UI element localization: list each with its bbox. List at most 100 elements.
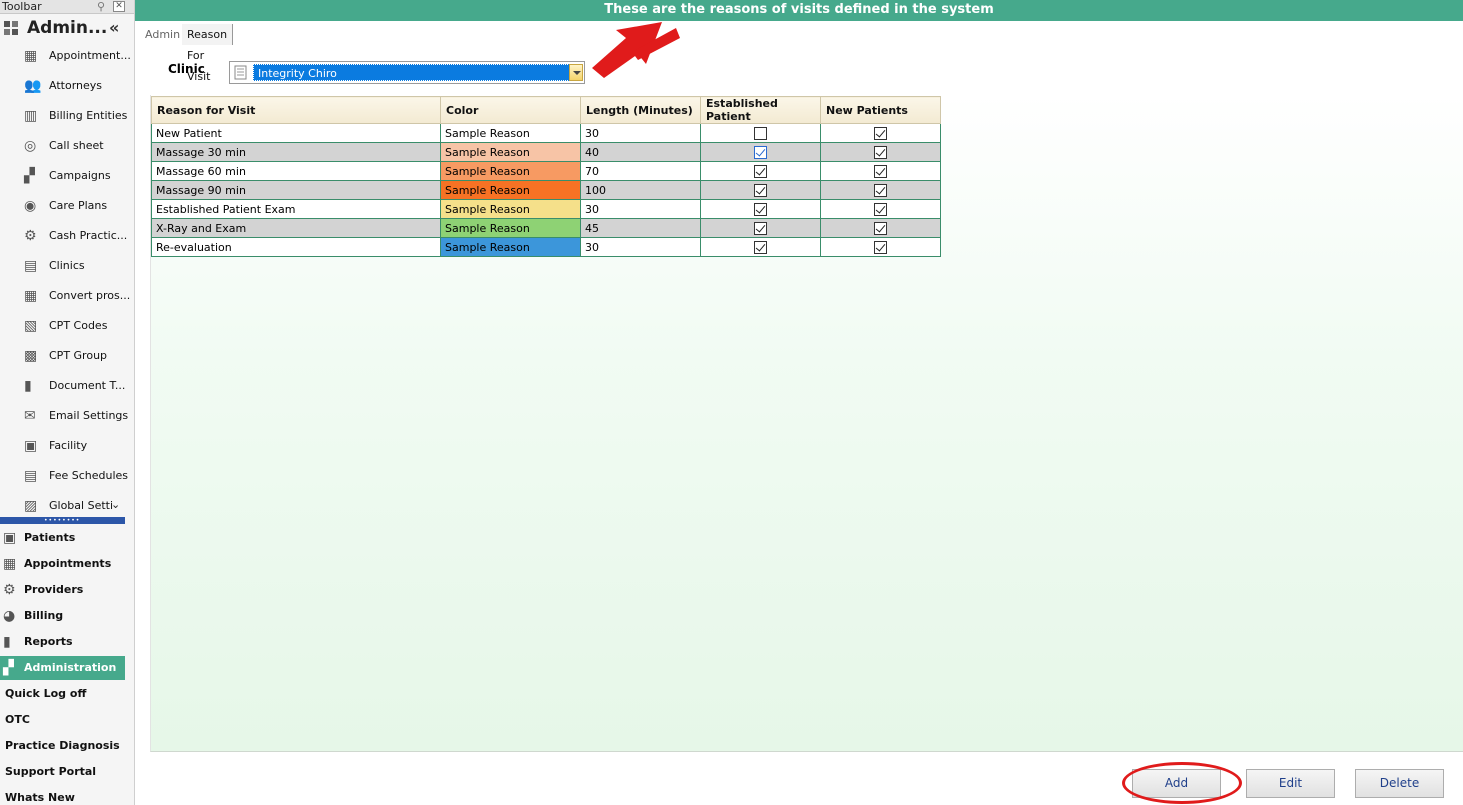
new-patients-checkbox[interactable] [874,202,887,216]
established-patient-checkbox[interactable] [754,183,767,197]
sidebar-item[interactable]: ✉ Email Settings [0,401,134,431]
sidebar-item[interactable]: ▩ CPT Group [0,341,134,371]
table-row[interactable]: New Patient Sample Reason 30 [151,123,941,143]
established-patient-checkbox[interactable] [754,240,767,254]
delete-button[interactable]: Delete [1355,769,1444,798]
tab-reason-for-visit[interactable]: Reason For Visit [182,24,234,83]
new-patients-checkbox[interactable] [874,221,887,235]
sidebar-item[interactable]: ▮ Document T... [0,371,134,401]
pin-icon[interactable]: ⚲ [97,0,105,14]
sidebar-item[interactable]: ▞ Campaigns [0,161,134,191]
nav-item-label: Billing [24,609,64,622]
close-icon[interactable]: ✕ [113,1,125,12]
sidebar-item[interactable]: ◎ Call sheet [0,131,134,161]
edit-button[interactable]: Edit [1246,769,1335,798]
cell-color: Sample Reason [440,161,581,181]
sidebar-item[interactable]: ◉ Care Plans [0,191,134,221]
sidebar-item-label: Facility [49,439,88,452]
email-settings-icon: ✉ [24,408,36,424]
chevron-down-icon[interactable]: ⌄ [111,498,120,511]
nav-link[interactable]: OTC [5,709,130,731]
add-button[interactable]: Add [1132,769,1221,798]
person-icon: ◉ [24,198,37,214]
table-row[interactable]: Established Patient Exam Sample Reason 30 [151,199,941,219]
nav-link[interactable]: Whats New [5,787,130,805]
app-root: Toolbar ⚲ ✕ Admin... « ▦ Appointment... 👥 A… [0,0,1463,805]
sidebar-item-label: Call sheet [49,139,104,152]
sidebar-item[interactable]: ▤ Fee Schedules [0,461,134,491]
nav-item-reports[interactable]: ▮ Reports [0,630,125,654]
sidebar-item[interactable]: ▤ Clinics [0,251,134,281]
cell-established [700,237,821,257]
nav-item-patients[interactable]: ▣ Patients [0,526,125,550]
established-patient-checkbox[interactable] [754,221,767,235]
nav-link[interactable]: Practice Diagnosis [5,735,130,757]
new-patients-checkbox[interactable] [874,183,887,197]
nav-link[interactable]: Quick Log off [5,683,130,705]
collapse-icon[interactable]: « [109,17,119,39]
cell-established [700,161,821,181]
cell-color: Sample Reason [440,180,581,200]
nav-item-label: Reports [24,635,73,648]
sidebar-item[interactable]: ▦ Appointment... [0,41,134,71]
col-header-color[interactable]: Color [440,96,581,124]
sidebar-item[interactable]: ▣ Facility [0,431,134,461]
cell-reason: Massage 60 min [151,161,441,181]
tab-admin[interactable]: Admin [140,24,185,45]
nav-item-billing[interactable]: ◕ Billing [0,604,125,628]
cell-reason: Established Patient Exam [151,199,441,219]
sidebar-item-label: Clinics [49,259,85,272]
annotation-arrow-icon [592,22,680,78]
sidebar-item[interactable]: 👥 Attorneys [0,71,134,101]
new-patients-checkbox[interactable] [874,240,887,254]
table-row[interactable]: Massage 30 min Sample Reason 40 [151,142,941,162]
cell-established [700,123,821,143]
col-header-length[interactable]: Length (Minutes) [580,96,701,124]
facility-icon: ▣ [24,438,38,454]
new-patients-checkbox[interactable] [874,164,887,178]
table-row[interactable]: Massage 90 min Sample Reason 100 [151,180,941,200]
table-row[interactable]: Re-evaluation Sample Reason 30 [151,237,941,257]
established-patient-checkbox[interactable] [754,145,767,159]
administration-icon [4,21,18,35]
nav-item-providers[interactable]: ⚙ Providers [0,578,125,602]
sidebar-item[interactable]: ▦ Convert pros... [0,281,134,311]
established-patient-checkbox[interactable] [754,202,767,216]
cell-length: 30 [580,237,701,257]
cell-established [700,180,821,200]
clinic-selected-value: Integrity Chiro [253,64,570,81]
new-patients-checkbox[interactable] [874,126,887,140]
cell-new-patients [820,199,941,219]
appointments-icon: ▦ [3,556,17,572]
sidebar-item[interactable]: ▧ CPT Codes [0,311,134,341]
table-row[interactable]: X-Ray and Exam Sample Reason 45 [151,218,941,238]
nav-item-appointments[interactable]: ▦ Appointments [0,552,125,576]
cell-reason: New Patient [151,123,441,143]
campaigns-icon: ▞ [24,168,35,184]
sidebar-splitter[interactable]: •••••••• [0,517,125,524]
cell-length: 45 [580,218,701,238]
patients-icon: ▣ [3,530,17,546]
cell-length: 30 [580,199,701,219]
nav-link[interactable]: Support Portal [5,761,130,783]
col-header-new-patients[interactable]: New Patients [820,96,941,124]
clinic-dropdown[interactable]: Integrity Chiro [229,61,585,84]
administration-icon: ▞ [3,660,14,676]
nav-item-administration[interactable]: ▞ Administration [0,656,125,680]
cell-length: 70 [580,161,701,181]
sidebar-item[interactable]: ⚙ Cash Practic... [0,221,134,251]
established-patient-checkbox[interactable] [754,164,767,178]
cpt-group-icon: ▩ [24,348,38,364]
col-header-reason[interactable]: Reason for Visit [151,96,441,124]
chevron-down-icon[interactable] [569,64,583,81]
cell-new-patients [820,142,941,162]
sidebar-item[interactable]: ▥ Billing Entities [0,101,134,131]
billing-entities-icon: ▥ [24,108,38,124]
nav-item-label: Appointments [24,557,112,570]
cell-new-patients [820,218,941,238]
table-row[interactable]: Massage 60 min Sample Reason 70 [151,161,941,181]
col-header-established[interactable]: Established Patient [700,96,821,124]
cell-color: Sample Reason [440,123,581,143]
established-patient-checkbox[interactable] [754,126,767,140]
new-patients-checkbox[interactable] [874,145,887,159]
